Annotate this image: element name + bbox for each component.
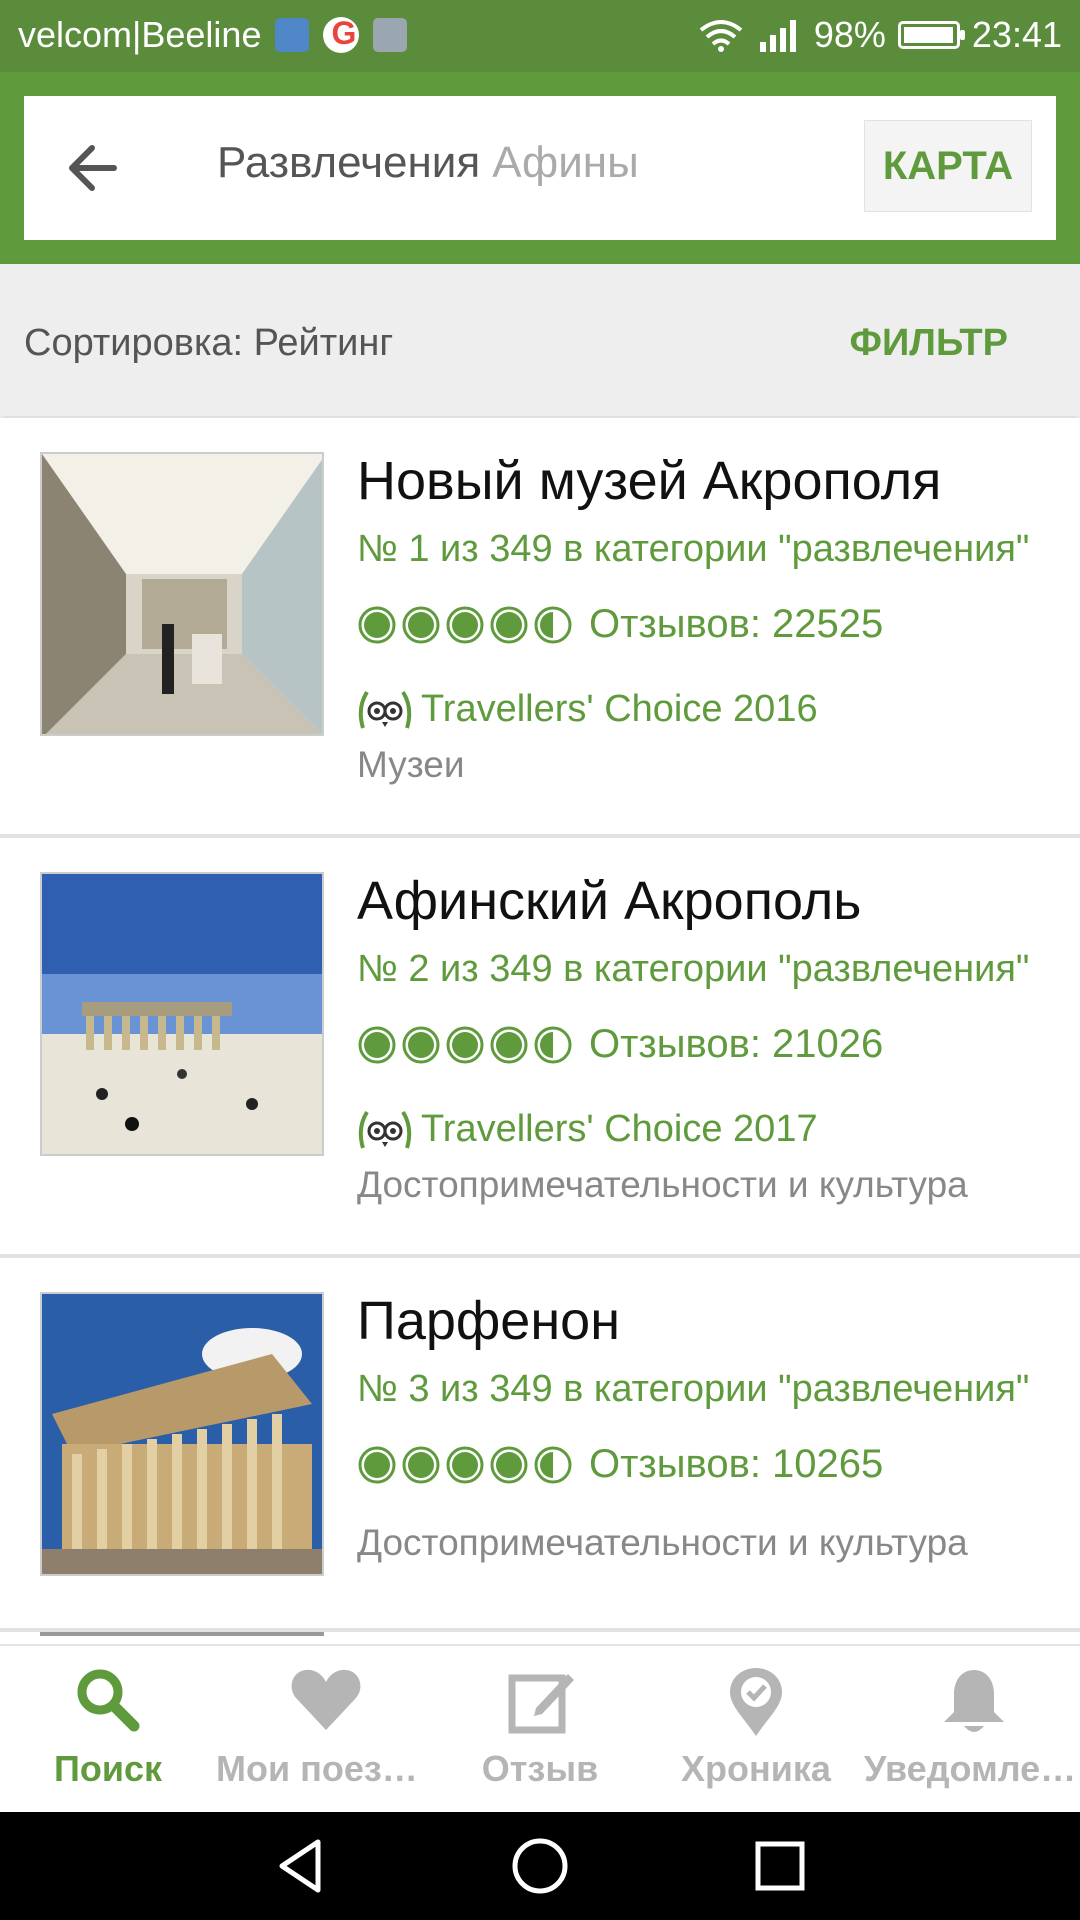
health-app-icon [275, 18, 310, 52]
rating-row: Отзывов: 10265 [357, 1442, 883, 1487]
review-count[interactable]: Отзывов: 22525 [589, 602, 883, 647]
rating-bubble-icon [534, 1026, 572, 1063]
search-box[interactable]: Развлечения Афины КАРТА [24, 96, 1056, 240]
review-count[interactable]: Отзывов: 10265 [589, 1442, 883, 1487]
rating-bubble-icon [402, 1446, 440, 1483]
signal-icon [759, 20, 796, 52]
nav-feed-label: Хроника [681, 1748, 831, 1789]
rating-bubble-icon [446, 606, 484, 643]
clock: 23:41 [971, 14, 1062, 55]
listing-title[interactable]: Афинский Акрополь [357, 870, 861, 932]
listing-title[interactable]: Новый музей Акрополя [357, 450, 941, 512]
bell-icon [944, 1670, 1004, 1732]
rating-bubble-icon [358, 1026, 396, 1063]
recents-square-icon[interactable] [750, 1836, 810, 1896]
rating-row: Отзывов: 21026 [357, 1022, 883, 1067]
system-nav-bar [0, 1812, 1080, 1920]
listing-photo [40, 452, 324, 736]
search-query-text[interactable]: Развлечения Афины [217, 138, 639, 188]
listing-rank: № 2 из 349 в категории "развлечения" [357, 948, 1030, 990]
rating-bubbles [357, 605, 573, 645]
back-arrow-icon [69, 145, 117, 191]
nav-notifications-label: Уведомления [864, 1748, 1080, 1789]
back-triangle-icon[interactable] [270, 1836, 330, 1896]
nav-search[interactable]: Поиск [0, 1646, 216, 1814]
listing-photo [40, 1292, 324, 1576]
search-icon [77, 1669, 140, 1732]
map-button[interactable]: КАРТА [864, 120, 1032, 212]
rating-bubble-icon [534, 606, 572, 643]
google-icon [323, 15, 360, 53]
sort-bar: Сортировка: Рейтинг ФИЛЬТР [0, 264, 1080, 416]
back-button[interactable] [54, 128, 134, 208]
listing-category: Достопримечательности и культура [357, 1164, 968, 1205]
search-query: Развлечения [217, 138, 481, 187]
next-item-peek [0, 1632, 1080, 1642]
rating-bubble-icon [534, 1446, 572, 1483]
battery-percent: 98% [813, 14, 886, 55]
owl-award-icon [358, 690, 412, 729]
award-badge: Travellers' Choice 2016 [357, 684, 818, 734]
rating-bubble-icon [446, 1026, 484, 1063]
carrier-label: velcom|Beeline [18, 14, 262, 55]
nav-review-label: Отзыв [481, 1748, 599, 1789]
nav-my-trips-label: Мои поездки [216, 1748, 432, 1789]
listing-category: Достопримечательности и культура [357, 1522, 968, 1563]
rating-bubble-icon [490, 1446, 528, 1483]
rating-bubble-icon [490, 1026, 528, 1063]
attractions-list: Новый музей Акрополя № 1 из 349 в катего… [0, 418, 1080, 1642]
award-label: Travellers' Choice 2017 [421, 1107, 818, 1150]
status-bar: velcom|Beeline 98% 23:41 [0, 0, 1080, 72]
listing-rank: № 3 из 349 в категории "развлечения" [357, 1368, 1030, 1410]
nav-search-label: Поиск [53, 1748, 163, 1789]
listing-rank: № 1 из 349 в категории "развлечения" [357, 528, 1030, 570]
rating-bubble-icon [358, 1446, 396, 1483]
nav-feed[interactable]: Хроника [648, 1646, 864, 1814]
rating-bubble-icon [402, 1026, 440, 1063]
award-badge: Travellers' Choice 2017 [357, 1104, 818, 1154]
rating-bubbles [357, 1445, 573, 1485]
rating-bubble-icon [446, 1446, 484, 1483]
gallery-icon [373, 18, 408, 52]
listing-category: Музеи [357, 744, 465, 785]
wifi-icon [699, 20, 743, 52]
owl-award-icon [358, 1110, 412, 1149]
battery-icon [897, 21, 965, 49]
nav-review[interactable]: Отзыв [432, 1646, 648, 1814]
location-check-icon [730, 1668, 782, 1736]
nav-my-trips[interactable]: Мои поездки [216, 1646, 432, 1814]
filter-button[interactable]: ФИЛЬТР [850, 322, 1008, 365]
rating-row: Отзывов: 22525 [357, 602, 883, 647]
bottom-nav: Поиск Мои поездки Отзыв Хроника Уведомле… [0, 1644, 1080, 1814]
rating-bubbles [357, 1025, 573, 1065]
heart-icon [291, 1669, 361, 1730]
app-header: Развлечения Афины КАРТА [0, 72, 1080, 264]
rating-bubble-icon [358, 606, 396, 643]
nav-notifications[interactable]: Уведомления [864, 1646, 1080, 1814]
list-item[interactable]: Афинский Акрополь № 2 из 349 в категории… [0, 838, 1080, 1258]
listing-photo [40, 872, 324, 1156]
listing-title[interactable]: Парфенон [357, 1290, 620, 1352]
search-location: Афины [492, 138, 639, 187]
review-count[interactable]: Отзывов: 21026 [589, 1022, 883, 1067]
list-item[interactable]: Парфенон № 3 из 349 в категории "развлеч… [0, 1258, 1080, 1632]
edit-icon [508, 1674, 574, 1734]
home-circle-icon[interactable] [510, 1836, 570, 1896]
award-label: Travellers' Choice 2016 [421, 687, 818, 730]
rating-bubble-icon [490, 606, 528, 643]
sort-selector[interactable]: Сортировка: Рейтинг [24, 322, 393, 365]
rating-bubble-icon [402, 606, 440, 643]
list-item[interactable]: Новый музей Акрополя № 1 из 349 в катего… [0, 418, 1080, 838]
